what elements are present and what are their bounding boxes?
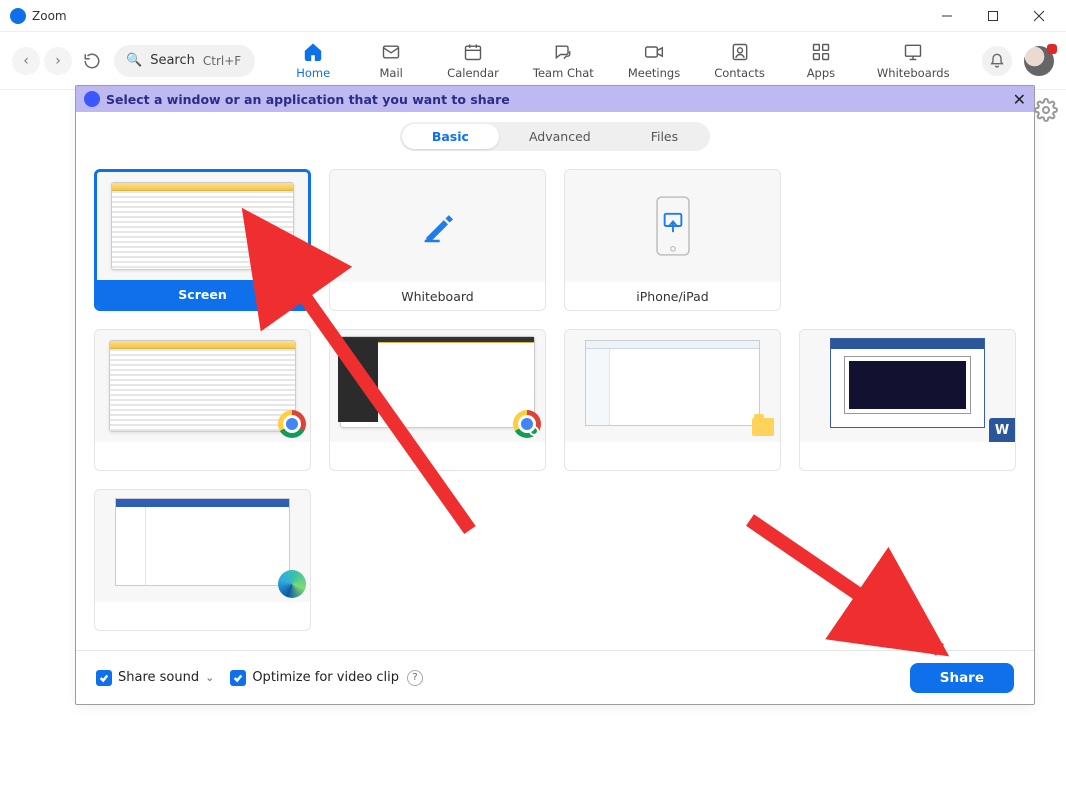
tab-label: Team Chat [533,66,594,80]
dialog-tab-segment: Basic Advanced Files [400,122,710,151]
folder-icon [752,418,774,436]
dialog-tab-advanced[interactable]: Advanced [499,124,621,149]
share-option-screen[interactable]: Screen [94,169,311,311]
dialog-header: Select a window or an application that y… [76,86,1034,112]
tab-home[interactable]: Home [291,41,335,80]
share-sound-checkbox[interactable]: Share sound ⌄ [96,670,214,686]
nav-back-button[interactable]: ‹ [12,47,40,75]
search-label: Search [150,53,195,68]
tab-label: Apps [807,66,835,80]
share-option-caption [95,602,310,630]
user-avatar[interactable] [1024,46,1054,76]
help-icon[interactable]: ? [407,670,423,686]
chrome-icon [513,410,541,438]
mail-icon [380,41,402,63]
notifications-button[interactable] [982,46,1012,76]
dialog-tab-row: Basic Advanced Files [76,112,1034,159]
search-icon: 🔍 [126,53,142,68]
tab-label: Calendar [447,66,499,80]
tab-team-chat[interactable]: Team Chat [533,41,594,80]
apps-icon [810,41,832,63]
whiteboards-icon [902,41,924,63]
share-option-window-zoom[interactable] [94,489,311,631]
window-controls [924,0,1062,32]
minimize-button[interactable] [924,0,970,32]
dialog-footer: Share sound ⌄ Optimize for video clip ? … [76,650,1034,704]
share-option-window-chrome-1[interactable] [94,329,311,471]
maximize-button[interactable] [970,0,1016,32]
chevron-down-icon[interactable]: ⌄ [205,671,214,684]
iphone-icon [654,195,692,257]
dialog-header-icon [84,91,100,107]
share-option-whiteboard[interactable]: Whiteboard [329,169,546,311]
chrome-icon [278,410,306,438]
optimize-video-checkbox[interactable]: Optimize for video clip ? [230,670,423,686]
tab-whiteboards[interactable]: Whiteboards [877,41,950,80]
tab-meetings[interactable]: Meetings [628,41,680,80]
share-option-caption [800,442,1015,470]
contacts-icon [729,41,751,63]
dialog-body: Screen Whiteboard iPho [76,159,1034,650]
share-option-window-chrome-2[interactable] [329,329,546,471]
share-option-caption [565,442,780,470]
dialog-tab-basic[interactable]: Basic [402,124,499,149]
search-input[interactable]: 🔍 Search Ctrl+F [114,45,255,77]
calendar-icon [462,41,484,63]
tab-calendar[interactable]: Calendar [447,41,499,80]
checkbox-label: Optimize for video clip [252,670,399,685]
tab-contacts[interactable]: Contacts [714,41,765,80]
dialog-title: Select a window or an application that y… [106,92,510,107]
tab-label: Mail [379,66,402,80]
tab-label: Whiteboards [877,66,950,80]
dialog-tab-files[interactable]: Files [621,124,708,149]
close-button[interactable] [1016,0,1062,32]
home-icon [302,41,324,63]
share-option-iphone[interactable]: iPhone/iPad [564,169,781,311]
tab-label: Home [296,66,330,80]
pencil-icon [418,206,458,246]
share-option-caption [95,442,310,470]
video-icon [643,41,665,63]
tab-label: Meetings [628,66,680,80]
share-option-window-word[interactable]: W [799,329,1016,471]
word-icon: W [989,418,1015,442]
checkbox-checked-icon [96,670,112,686]
checkbox-label: Share sound [118,670,199,685]
zoom-app-icon [10,8,26,24]
search-shortcut: Ctrl+F [203,54,241,68]
share-option-caption [330,442,545,470]
share-option-caption: iPhone/iPad [565,282,780,310]
window-title: Zoom [32,9,67,23]
tab-apps[interactable]: Apps [799,41,843,80]
share-screen-dialog: Select a window or an application that y… [75,85,1035,705]
share-option-caption: Screen [97,280,308,308]
dialog-close-button[interactable]: ✕ [1013,90,1026,109]
tab-mail[interactable]: Mail [369,41,413,80]
tab-label: Contacts [714,66,765,80]
chat-icon [552,41,574,63]
refresh-button[interactable] [78,47,106,75]
settings-gear-icon[interactable] [1034,98,1058,122]
edge-icon [278,570,306,598]
share-option-window-explorer[interactable] [564,329,781,471]
checkbox-checked-icon [230,670,246,686]
main-toolbar: ‹ › 🔍 Search Ctrl+F Home Mail Calendar T… [0,32,1066,90]
titlebar: Zoom [0,0,1066,32]
nav-forward-button[interactable]: › [44,47,72,75]
share-option-caption: Whiteboard [330,282,545,310]
share-button[interactable]: Share [910,663,1014,693]
nav-tabs: Home Mail Calendar Team Chat Meetings Co… [291,41,949,80]
